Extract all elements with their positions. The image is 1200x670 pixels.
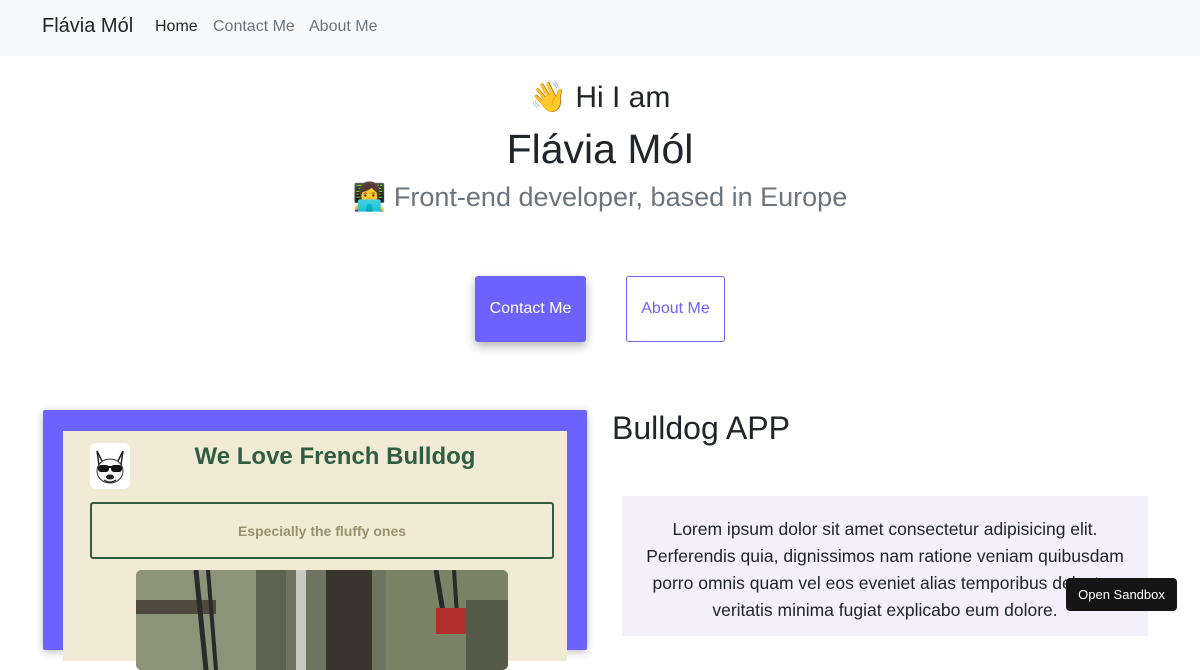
preview-screen: We Love French Bulldog Especially the fl…: [63, 431, 567, 670]
open-sandbox-button[interactable]: Open Sandbox: [1066, 578, 1177, 611]
preview-tagline: Especially the fluffy ones: [237, 522, 407, 539]
contact-me-button[interactable]: Contact Me: [475, 276, 586, 342]
about-me-button[interactable]: About Me: [626, 276, 725, 342]
hero-subtitle: 👩‍💻 Front-end developer, based in Europe: [352, 182, 848, 212]
brand-link[interactable]: Flávia Mól: [42, 15, 133, 38]
project-description-box: Lorem ipsum dolor sit amet consectetur a…: [622, 496, 1148, 636]
project-description: Lorem ipsum dolor sit amet consectetur a…: [646, 519, 1124, 620]
nav-link-about[interactable]: About Me: [309, 18, 377, 36]
nav-link-contact[interactable]: Contact Me: [213, 18, 295, 36]
project-preview[interactable]: We Love French Bulldog Especially the fl…: [43, 410, 587, 670]
preview-title: We Love French Bulldog: [194, 443, 476, 470]
nav-link-home[interactable]: Home: [155, 18, 198, 36]
project-title: Bulldog APP: [612, 410, 790, 446]
hero-greeting: 👋 Hi I am: [529, 81, 671, 114]
navbar: Flávia Mól Home Contact Me About Me: [0, 0, 1200, 56]
park-swing-photo: [136, 570, 508, 670]
hero-name: Flávia Mól: [506, 126, 694, 172]
preview-tagline-box: Especially the fluffy ones: [90, 502, 554, 559]
